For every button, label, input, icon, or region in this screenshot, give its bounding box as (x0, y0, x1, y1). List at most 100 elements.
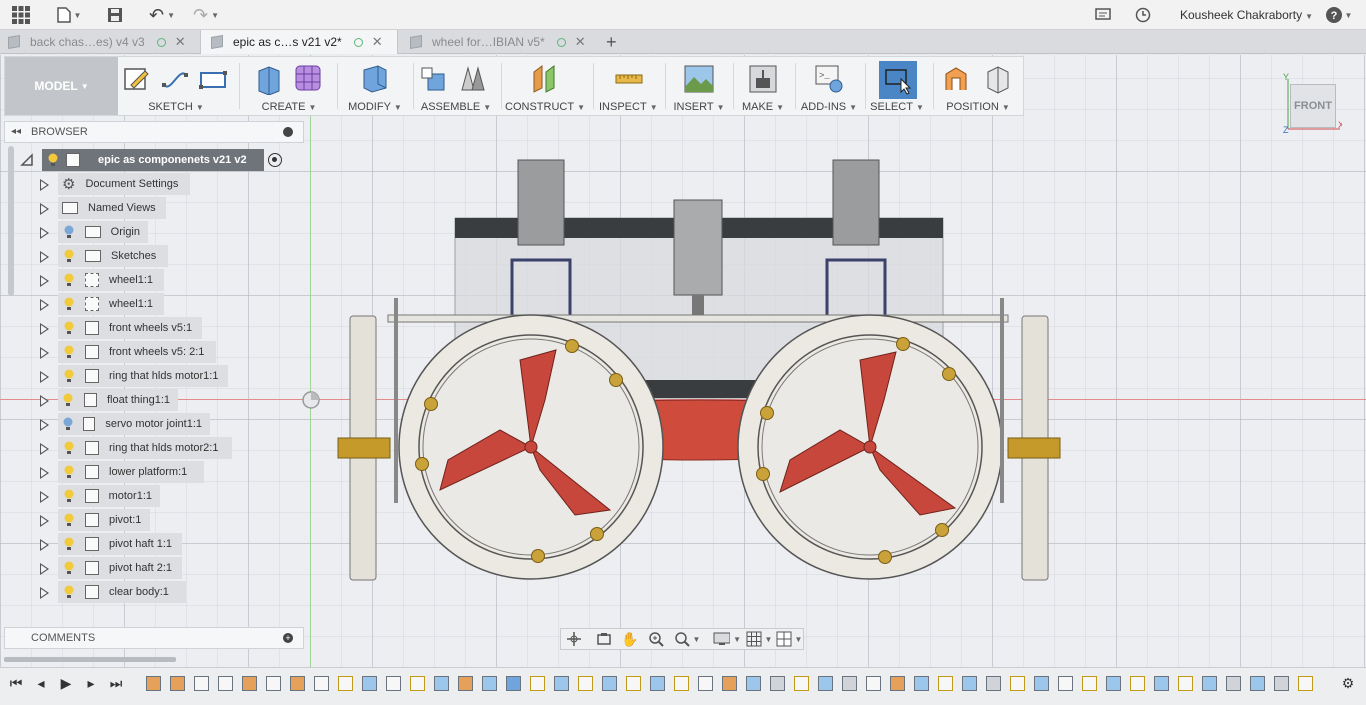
view-cube[interactable]: FRONT (1290, 84, 1336, 128)
expand-triangle-icon[interactable] (40, 371, 49, 383)
fit-zoom-icon[interactable]: ▼ (673, 631, 701, 647)
assemble-group[interactable]: ASSEMBLE ▼ (417, 57, 495, 115)
collapse-triangle-icon[interactable] (20, 153, 34, 167)
new-component-icon[interactable] (417, 63, 449, 95)
insert-group[interactable]: INSERT ▼ (673, 57, 725, 115)
timeline-step-plane-icon[interactable] (146, 676, 161, 691)
servo-mount-right[interactable] (832, 159, 880, 246)
user-menu[interactable]: Kousheek Chakraborty ▼ (1180, 8, 1313, 22)
expand-triangle-icon[interactable] (40, 491, 49, 503)
visibility-bulb-icon[interactable] (62, 368, 76, 384)
browser-item-row[interactable]: wheel1:1 (4, 269, 304, 291)
expand-triangle-icon[interactable] (40, 467, 49, 479)
timeline-step-sketch-icon[interactable] (338, 676, 353, 691)
expand-triangle-icon[interactable] (40, 395, 49, 407)
collapse-panel-icon[interactable]: ◂◂ (11, 126, 21, 137)
expand-triangle-icon[interactable] (40, 587, 49, 599)
display-settings-icon[interactable]: ▼ (713, 631, 741, 647)
browser-item-row[interactable]: ring that hlds motor1:1 (4, 365, 304, 387)
expand-triangle-icon[interactable] (40, 203, 49, 215)
tab-wheel[interactable]: wheel for…IBIAN v5* ✕ (410, 30, 600, 54)
orbit-icon[interactable] (565, 631, 583, 647)
timeline-step-sketch-icon[interactable] (578, 676, 593, 691)
rectangle-icon[interactable] (197, 63, 229, 95)
offset-plane-icon[interactable] (529, 63, 561, 95)
timeline-step-move-icon[interactable] (1058, 676, 1073, 691)
timeline-step-sketch-icon[interactable] (1178, 676, 1193, 691)
visibility-bulb-icon[interactable] (62, 416, 74, 432)
timeline-step-joint-icon[interactable] (986, 676, 1001, 691)
browser-item-row[interactable]: motor1:1 (4, 485, 304, 507)
timeline-step-extrude-icon[interactable] (914, 676, 929, 691)
look-at-icon[interactable] (595, 631, 613, 647)
timeline-step-sketch-icon[interactable] (674, 676, 689, 691)
timeline-step-plane-icon[interactable] (890, 676, 905, 691)
tab-epic-assembly[interactable]: epic as c…s v21 v2* ✕ (200, 30, 398, 54)
browser-item-row[interactable]: wheel1:1 (4, 293, 304, 315)
browser-root-row[interactable]: epic as componenets v21 v2 (4, 149, 304, 171)
timeline-step-joint-icon[interactable] (1274, 676, 1289, 691)
visibility-bulb-icon[interactable] (62, 248, 76, 264)
timeline-step-plane-icon[interactable] (722, 676, 737, 691)
expand-triangle-icon[interactable] (40, 539, 49, 551)
timeline-step-extrude-icon[interactable] (1202, 676, 1217, 691)
timeline-step-joint-icon[interactable] (842, 676, 857, 691)
timeline-step-extrude-icon[interactable] (554, 676, 569, 691)
form-icon[interactable] (293, 63, 325, 95)
file-menu-button[interactable]: ▼ (54, 4, 84, 26)
expand-triangle-icon[interactable] (40, 419, 49, 431)
new-tab-button[interactable]: + (606, 30, 622, 54)
press-pull-icon[interactable] (359, 63, 391, 95)
select-group[interactable]: SELECT ▼ (869, 57, 925, 115)
timeline-step-extrude-icon[interactable] (434, 676, 449, 691)
inspect-group[interactable]: INSPECT ▼ (599, 57, 658, 115)
visibility-bulb-icon[interactable] (62, 560, 76, 576)
visibility-bulb-icon[interactable] (62, 584, 76, 600)
capture-position-icon[interactable] (941, 63, 973, 95)
timeline-step-extrude-icon[interactable] (482, 676, 497, 691)
joint-icon[interactable] (457, 63, 489, 95)
browser-item-row[interactable]: front wheels v5:1 (4, 317, 304, 339)
expand-triangle-icon[interactable] (40, 179, 49, 191)
visibility-bulb-icon[interactable] (62, 344, 76, 360)
expand-triangle-icon[interactable] (40, 563, 49, 575)
visibility-bulb-icon[interactable] (62, 440, 76, 456)
close-tab-icon[interactable]: ✕ (175, 34, 186, 50)
timeline-step-move-icon[interactable] (698, 676, 713, 691)
create-sketch-icon[interactable] (121, 63, 153, 95)
make-group[interactable]: MAKE ▼ (737, 57, 789, 115)
save-button[interactable] (104, 4, 126, 26)
browser-item-row[interactable]: lower platform:1 (4, 461, 304, 483)
viewports-icon[interactable]: ▼ (775, 631, 803, 647)
history-clock-icon[interactable] (1134, 4, 1152, 26)
visibility-bulb-icon[interactable] (62, 224, 76, 240)
timeline-step-move-icon[interactable] (866, 676, 881, 691)
browser-item-row[interactable]: ⚙ Document Settings (4, 173, 304, 195)
timeline-step-sketch-icon[interactable] (530, 676, 545, 691)
expand-triangle-icon[interactable] (40, 299, 49, 311)
3d-print-icon[interactable] (747, 63, 779, 95)
timeline-step-sketch-icon[interactable] (1298, 676, 1313, 691)
browser-item-row[interactable]: servo motor joint1:1 (4, 413, 304, 435)
construct-group[interactable]: CONSTRUCT ▼ (505, 57, 585, 115)
timeline-start-icon[interactable]: ⏮ (8, 675, 24, 691)
scripts-addins-icon[interactable]: >_ (813, 63, 845, 95)
browser-horizontal-scrollbar[interactable] (4, 657, 176, 662)
expand-triangle-icon[interactable] (40, 275, 49, 287)
timeline-step-plane-icon[interactable] (458, 676, 473, 691)
timeline-step-extrude-icon[interactable] (1034, 676, 1049, 691)
browser-item-row[interactable]: Origin (4, 221, 304, 243)
timeline-step-sketch-icon[interactable] (1130, 676, 1145, 691)
visibility-bulb-icon[interactable] (62, 320, 76, 336)
expand-triangle-icon[interactable] (40, 347, 49, 359)
visibility-bulb-icon[interactable] (62, 392, 75, 408)
browser-item-row[interactable]: clear body:1 (4, 581, 304, 603)
visibility-bulb-icon[interactable] (62, 536, 76, 552)
sketch-group[interactable]: SKETCH ▼ (121, 57, 231, 115)
undo-button[interactable]: ↶ ▼ (144, 4, 180, 26)
timeline-step-sketch-icon[interactable] (626, 676, 641, 691)
create-group[interactable]: CREATE ▼ (253, 57, 325, 115)
timeline-step-joint-icon[interactable] (770, 676, 785, 691)
zoom-icon[interactable] (647, 631, 665, 647)
timeline-step-extrude-icon[interactable] (962, 676, 977, 691)
